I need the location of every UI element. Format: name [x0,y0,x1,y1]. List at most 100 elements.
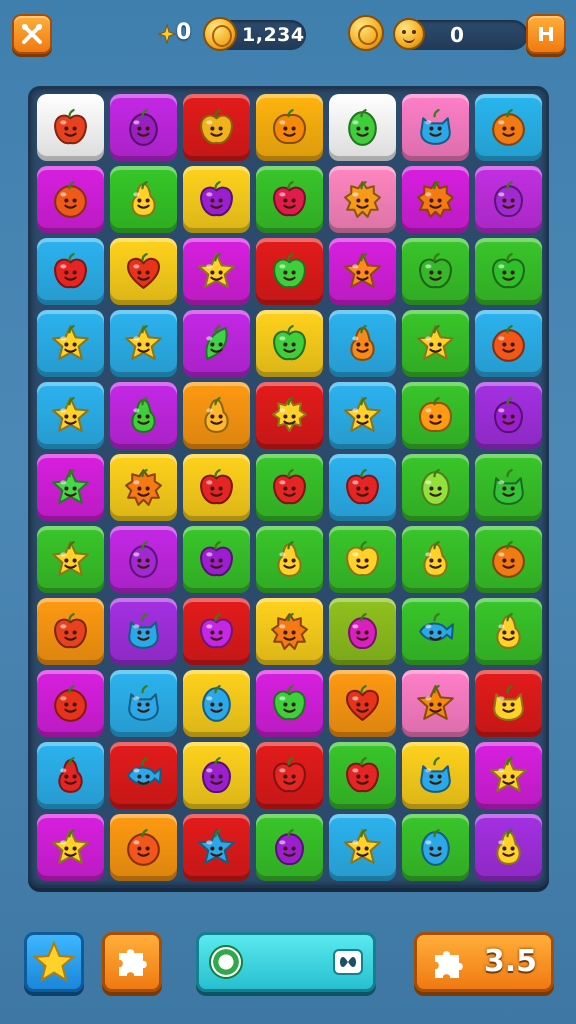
tile-r6-c5[interactable] [329,454,396,521]
tile-r6-c7[interactable] [475,454,542,521]
tile-r5-c3[interactable] [183,382,250,449]
tile-r5-c4[interactable] [256,382,323,449]
tile-r4-c1[interactable] [37,310,104,377]
tile-r3-c7[interactable] [475,238,542,305]
tile-r1-c5[interactable] [329,94,396,161]
tile-r3-c1[interactable] [37,238,104,305]
tile-r10-c4[interactable] [256,742,323,809]
tile-r5-c5[interactable] [329,382,396,449]
tile-r1-c7[interactable] [475,94,542,161]
tile-r7-c2[interactable] [110,526,177,593]
tile-r6-c6[interactable] [402,454,469,521]
lemon-icon [348,108,377,146]
tile-r5-c7[interactable] [475,382,542,449]
tile-r2-c6[interactable] [402,166,469,233]
tile-r8-c5[interactable] [329,598,396,665]
tile-r1-c2[interactable] [110,94,177,161]
tile-r4-c6[interactable] [402,310,469,377]
berry-icon [348,612,377,650]
tile-r7-c6[interactable] [402,526,469,593]
tile-r11-c2[interactable] [110,814,177,881]
tile-r6-c4[interactable] [256,454,323,521]
tile-r8-c4[interactable] [256,598,323,665]
tile-r6-c2[interactable] [110,454,177,521]
tile-r1-c4[interactable] [256,94,323,161]
tile-r5-c1[interactable] [37,382,104,449]
tile-r11-c1[interactable] [37,814,104,881]
tile-r9-c1[interactable] [37,670,104,737]
tile-r9-c2[interactable] [110,670,177,737]
tile-r9-c3[interactable] [183,670,250,737]
tile-r2-c5[interactable] [329,166,396,233]
tile-r11-c4[interactable] [256,814,323,881]
tile-r8-c1[interactable] [37,598,104,665]
cat-icon [493,468,524,505]
berry-icon [494,180,523,218]
apple-icon [200,108,233,145]
tile-r4-c4[interactable] [256,310,323,377]
tile-r8-c3[interactable] [183,598,250,665]
menu-button[interactable] [12,14,52,54]
puzzle-piece-icon [119,949,147,976]
tile-r5-c2[interactable] [110,382,177,449]
tile-r9-c6[interactable] [402,670,469,737]
tile-r11-c3[interactable] [183,814,250,881]
tile-r10-c6[interactable] [402,742,469,809]
orange-icon [492,540,525,578]
tile-r7-c5[interactable] [329,526,396,593]
tile-r3-c5[interactable] [329,238,396,305]
goal-bar[interactable] [196,932,376,992]
pause-button[interactable] [526,14,566,54]
tile-r9-c4[interactable] [256,670,323,737]
tile-r9-c5[interactable] [329,670,396,737]
tile-r2-c2[interactable] [110,166,177,233]
tile-r10-c7[interactable] [475,742,542,809]
tile-r3-c4[interactable] [256,238,323,305]
tile-r3-c3[interactable] [183,238,250,305]
tile-r5-c6[interactable] [402,382,469,449]
tile-r2-c4[interactable] [256,166,323,233]
tile-r10-c5[interactable] [329,742,396,809]
moves-puzzle-icon [435,951,463,978]
tile-r10-c2[interactable] [110,742,177,809]
flower-icon [125,468,162,506]
tile-r2-c3[interactable] [183,166,250,233]
tile-r9-c7[interactable] [475,670,542,737]
heart-icon [346,684,379,721]
pumpkin-icon [419,396,452,433]
tile-r11-c5[interactable] [329,814,396,881]
tile-r1-c6[interactable] [402,94,469,161]
tile-r7-c4[interactable] [256,526,323,593]
flower-icon [271,612,308,650]
tile-r2-c1[interactable] [37,166,104,233]
pear-icon [423,540,448,577]
tile-r11-c7[interactable] [475,814,542,881]
tile-r2-c7[interactable] [475,166,542,233]
tile-r8-c2[interactable] [110,598,177,665]
tile-r3-c2[interactable] [110,238,177,305]
tile-r4-c5[interactable] [329,310,396,377]
tile-r8-c7[interactable] [475,598,542,665]
apple-icon [54,612,87,649]
tile-r4-c3[interactable] [183,310,250,377]
flower-icon [417,180,454,218]
star-booster-button[interactable] [24,932,84,992]
tile-r7-c1[interactable] [37,526,104,593]
tile-r10-c3[interactable] [183,742,250,809]
tile-r8-c6[interactable] [402,598,469,665]
puzzle-booster-button[interactable] [102,932,162,992]
tile-r1-c3[interactable] [183,94,250,161]
star-icon [344,396,381,432]
tile-r7-c7[interactable] [475,526,542,593]
goal-toggle-button[interactable] [333,949,363,975]
tile-r4-c7[interactable] [475,310,542,377]
tile-r7-c3[interactable] [183,526,250,593]
lemon-icon [421,468,450,506]
tile-r10-c1[interactable] [37,742,104,809]
tile-r6-c1[interactable] [37,454,104,521]
tile-r6-c3[interactable] [183,454,250,521]
tile-r3-c6[interactable] [402,238,469,305]
tile-r11-c6[interactable] [402,814,469,881]
tile-r1-c1[interactable] [37,94,104,161]
tile-r4-c2[interactable] [110,310,177,377]
